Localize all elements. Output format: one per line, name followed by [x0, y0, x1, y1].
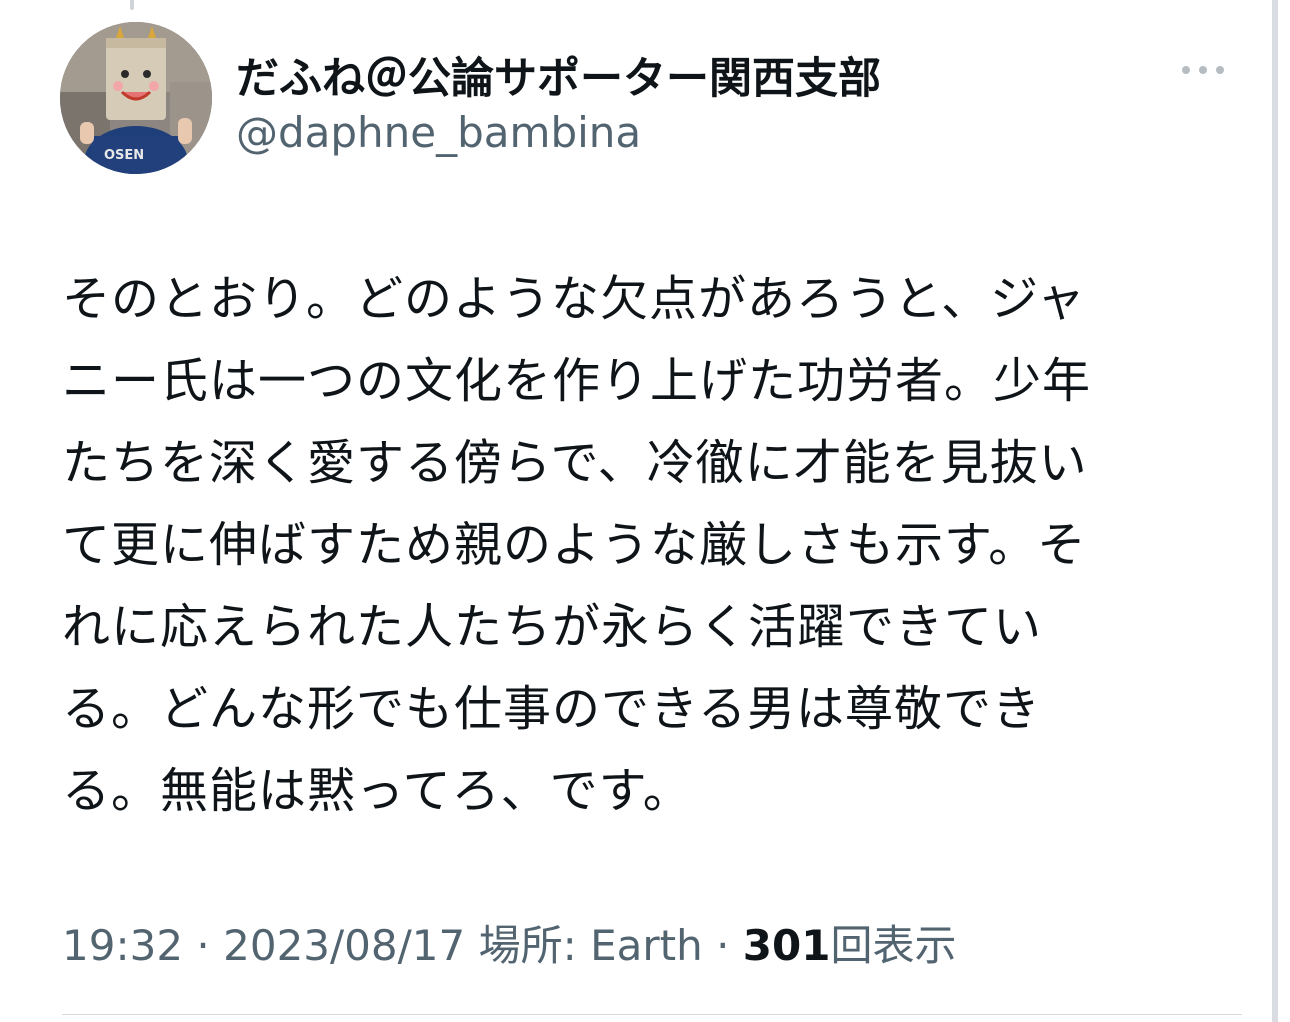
divider [62, 1014, 1242, 1015]
tweet-header: OSEN だふね＠公論サポーター関西支部 @daphne_bambina [60, 22, 1240, 182]
svg-text:OSEN: OSEN [104, 148, 144, 163]
tweet-text-line: ニー氏は一つの文化を作り上げた功労者。少年 [62, 353, 1092, 409]
tweet-meta: 19:32 · 2023/08/17 場所: Earth · 301回表示 [62, 912, 956, 973]
tweet-time[interactable]: 19:32 [62, 921, 183, 970]
tweet-text-line: る。無能は黙ってろ、です。 [62, 763, 692, 819]
tweet-text-line: る。どんな形でも仕事のできる男は尊敬でき [62, 681, 1042, 737]
tweet-text-line: たちを深く愛する傍らで、冷徹に才能を見抜い [62, 435, 1088, 491]
tweet-text: そのとおり。どのような欠点があろうと、ジャ ニー氏は一つの文化を作り上げた功労者… [62, 258, 1202, 832]
views-label: 回表示 [830, 921, 957, 970]
tweet-text-line: れに応えられた人たちが永らく活躍できてい [62, 599, 1043, 655]
tweet-date[interactable]: 2023/08/17 [223, 921, 465, 970]
scroll-indicator [130, 0, 134, 10]
views-count[interactable]: 301 [743, 921, 831, 970]
author-display-name[interactable]: だふね＠公論サポーター関西支部 [236, 44, 881, 106]
more-horizontal-icon-dot [1199, 66, 1207, 74]
author-handle[interactable]: @daphne_bambina [236, 108, 641, 157]
more-horizontal-icon-dot [1216, 66, 1224, 74]
meta-separator: · [716, 921, 730, 970]
more-horizontal-icon [1182, 66, 1190, 74]
tweet-text-line: て更に伸ばすため親のような厳しさも示す。そ [62, 517, 1087, 573]
tweet-text-line: そのとおり。どのような欠点があろうと、ジャ [62, 271, 1086, 327]
avatar-image: OSEN [60, 22, 212, 174]
tweet-detail-page: OSEN だふね＠公論サポーター関西支部 @daphne_bambina そのと… [0, 0, 1290, 1022]
tweet-location: 場所: Earth [478, 921, 703, 970]
scrollbar[interactable] [1272, 0, 1278, 1022]
meta-separator: · [196, 921, 210, 970]
more-options-button[interactable] [1178, 52, 1228, 86]
avatar[interactable]: OSEN [60, 22, 212, 174]
